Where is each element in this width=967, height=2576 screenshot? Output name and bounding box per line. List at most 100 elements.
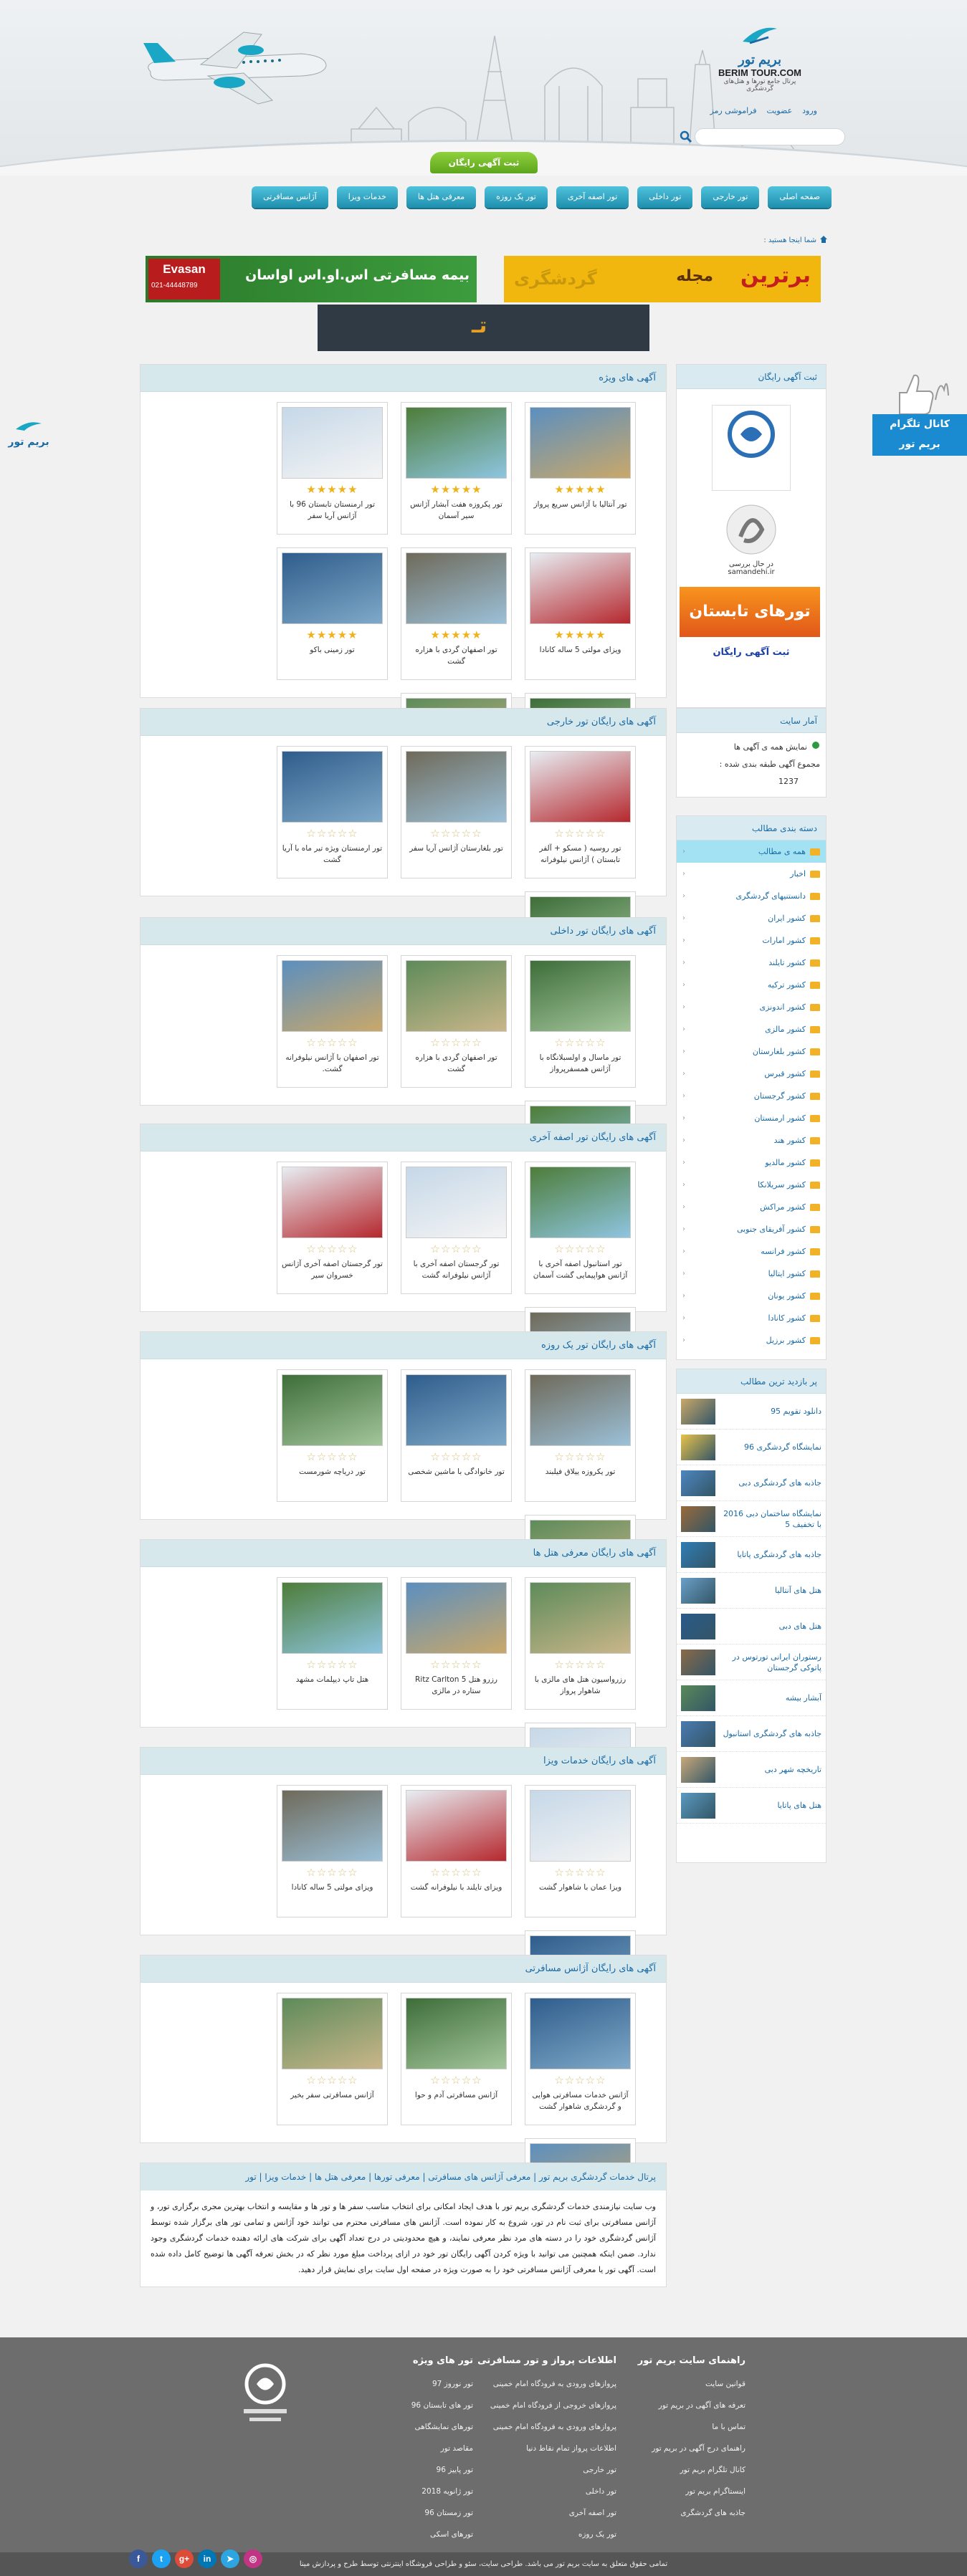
google-plus-icon[interactable]: g+ [175, 2549, 194, 2568]
popular-item[interactable]: هتل های دبی [677, 1609, 826, 1644]
ad-card[interactable]: ☆☆☆☆☆ تور ارمنستان ویژه تیر ماه با آریا گ… [277, 746, 388, 878]
popular-item[interactable]: آبشار بیشه [677, 1680, 826, 1716]
ad-card-image[interactable] [282, 407, 383, 479]
ad-card[interactable]: ★★★★★ تور پکروزه هفت آبشار آژانس سیر آسما… [401, 402, 512, 535]
ad-card[interactable]: ☆☆☆☆☆ آژانس مسافرتی آدم و حوا [401, 1993, 512, 2125]
footer-guide-link[interactable]: جاذبه های گردشگری [631, 2502, 746, 2524]
ad-card-image[interactable] [406, 751, 507, 823]
footer-flight-link[interactable]: تور اصفه آخری [473, 2502, 616, 2524]
ad-card-image[interactable] [282, 960, 383, 1032]
rating-stars-icon[interactable]: ★★★★★ [406, 628, 507, 641]
footer-flight-link[interactable]: پروازهای ورودی به فرودگاه امام خمینی [473, 2416, 616, 2438]
category-item[interactable]: اخبار ‹ [677, 863, 826, 885]
ad-card[interactable]: ☆☆☆☆☆ رزرو هتل 5 Ritz Carlton ستاره در ما… [401, 1577, 512, 1710]
nav-foreign-tour[interactable]: تور خارجی [701, 186, 760, 208]
ad-card[interactable]: ☆☆☆☆☆ آژانس مسافرتی سفر بخیر [277, 1993, 388, 2125]
ad-card-image[interactable] [406, 1998, 507, 2069]
search-input[interactable] [695, 128, 845, 145]
twitter-icon[interactable]: t [152, 2549, 171, 2568]
ad-card-image[interactable] [282, 1790, 383, 1862]
category-item[interactable]: کشور قبرس ‹ [677, 1063, 826, 1085]
ad-card[interactable]: ☆☆☆☆☆ تور روسیه ( مسکو + آلفر تابستان ) آ… [525, 746, 636, 878]
ad-card[interactable]: ☆☆☆☆☆ ویزای تایلند با نیلوفرانه گشت [401, 1785, 512, 1917]
category-item[interactable]: کشور برزیل ‹ [677, 1329, 826, 1351]
footer-flight-link[interactable]: اطلاعات پرواز تمام نقاط دنیا [473, 2438, 616, 2459]
category-item[interactable]: کشور سریلانکا ‹ [677, 1174, 826, 1196]
category-item[interactable]: کشور هند ‹ [677, 1129, 826, 1151]
footer-special-link[interactable]: تور های تابستان 96 [358, 2395, 473, 2416]
category-item[interactable]: کشور کانادا ‹ [677, 1307, 826, 1329]
ad-card[interactable]: ☆☆☆☆☆ ویزای مولتی 5 ساله کانادا [277, 1785, 388, 1917]
footer-flight-link[interactable]: تور داخلی [473, 2481, 616, 2502]
ad-card-image[interactable] [406, 1167, 507, 1238]
footer-guide-link[interactable]: قوانین سایت [631, 2373, 746, 2395]
ad-card-image[interactable] [530, 1790, 631, 1862]
footer-guide-link[interactable]: تعرفه های آگهی در بریم تور [631, 2395, 746, 2416]
footer-special-link[interactable]: تورهای اسکی [358, 2524, 473, 2545]
show-all-ads-link[interactable]: نمایش همه ی آگهی ها [734, 739, 807, 756]
footer-enamad-badge[interactable] [233, 2359, 297, 2438]
ad-card[interactable]: ☆☆☆☆☆ هتل تاپ دیپلمات مشهد [277, 1577, 388, 1710]
ad-card-image[interactable] [530, 1582, 631, 1654]
nav-home[interactable]: صفحه اصلی [768, 186, 832, 208]
ad-card-image[interactable] [530, 407, 631, 479]
ad-card-title[interactable]: تور آنتالیا با آژانس سریع پرواز [530, 499, 631, 510]
footer-special-link[interactable]: تور ژانویه 2018 [358, 2481, 473, 2502]
category-item[interactable]: کشور ایران ‹ [677, 907, 826, 929]
popular-item[interactable]: هتل های پاتایا [677, 1788, 826, 1824]
popular-item[interactable]: جاذبه های گردشگری دبی [677, 1465, 826, 1501]
ad-card-image[interactable] [406, 552, 507, 624]
footer-special-link[interactable]: تور زمستان 96 [358, 2502, 473, 2524]
linkedin-icon[interactable]: in [198, 2549, 216, 2568]
ad-card-title[interactable]: ویزای مولتی 5 ساله کانادا [282, 1882, 383, 1893]
ad-card-image[interactable] [530, 552, 631, 624]
ad-card-image[interactable] [530, 1998, 631, 2069]
ad-card[interactable]: ★★★★★ تور آنتالیا با آژانس سریع پرواز [525, 402, 636, 535]
rating-stars-icon[interactable]: ★★★★★ [282, 628, 383, 641]
ad-card-image[interactable] [406, 1790, 507, 1862]
ad-card-title[interactable]: آژانس مسافرتی آدم و حوا [406, 2089, 507, 2101]
ad-card[interactable]: ☆☆☆☆☆ تور استانبول اصفه آخری با آژانس هوا… [525, 1162, 636, 1294]
rating-stars-icon[interactable]: ☆☆☆☆☆ [406, 1036, 507, 1049]
popular-item[interactable]: دانلود تقویم 95 [677, 1394, 826, 1430]
category-item[interactable]: کشور مراکش ‹ [677, 1196, 826, 1218]
ad-card-title[interactable]: تور اصفهان گردی با هزاره گشت [406, 1052, 507, 1075]
rating-stars-icon[interactable]: ☆☆☆☆☆ [282, 2074, 383, 2087]
category-item[interactable]: کشور مالزی ‹ [677, 1018, 826, 1040]
category-item[interactable]: کشور آفریقای جنوبی ‹ [677, 1218, 826, 1240]
ad-card-title[interactable]: تور یکروزه ییلاق فیلبند [530, 1466, 631, 1478]
rating-stars-icon[interactable]: ☆☆☆☆☆ [530, 827, 631, 840]
facebook-icon[interactable]: f [129, 2549, 148, 2568]
ad-card-image[interactable] [530, 1374, 631, 1446]
post-free-ad-button[interactable]: ثبت آگهی رایگان [430, 152, 538, 173]
nav-domestic-tour[interactable]: تور داخلی [637, 186, 693, 208]
ad-card-image[interactable] [406, 960, 507, 1032]
nav-one-day-tour[interactable]: تور یک روزه [485, 186, 548, 208]
ad-card-image[interactable] [406, 407, 507, 479]
ad-card-image[interactable] [530, 960, 631, 1032]
ad-card-title[interactable]: تور ارمنستان تابستان 96 با آژانس آریا سف… [282, 499, 383, 522]
category-item[interactable]: همه ی مطالب ‹ [677, 841, 826, 863]
ad-card[interactable]: ☆☆☆☆☆ تور اصفهان با آژانس نیلوفرانه گشت. [277, 955, 388, 1088]
ad-card-title[interactable]: تور استانبول اصفه آخری با آژانس هواپیمای… [530, 1258, 631, 1281]
ad-card[interactable]: ★★★★★ تور زمینی باکو [277, 547, 388, 680]
forgot-password-link[interactable]: فراموشی رمز [710, 106, 756, 115]
ad-card[interactable]: ☆☆☆☆☆ تور دریاچه شورمست [277, 1369, 388, 1502]
enamad-badge[interactable] [712, 405, 791, 491]
category-item[interactable]: کشور اندونزی ‹ [677, 996, 826, 1018]
category-item[interactable]: کشور فرانسه ‹ [677, 1240, 826, 1263]
rating-stars-icon[interactable]: ☆☆☆☆☆ [282, 1658, 383, 1671]
rating-stars-icon[interactable]: ☆☆☆☆☆ [530, 1658, 631, 1671]
popular-item[interactable]: تاریخچه شهر دبی [677, 1752, 826, 1788]
rating-stars-icon[interactable]: ☆☆☆☆☆ [530, 1450, 631, 1463]
login-link[interactable]: ورود [802, 106, 817, 115]
footer-flight-link[interactable]: پروازهای خروجی از فرودگاه امام خمینی [473, 2395, 616, 2416]
ad-card[interactable]: ★★★★★ تور ارمنستان تابستان 96 با آژانس آر… [277, 402, 388, 535]
ad-card[interactable]: ☆☆☆☆☆ تور گرجستان اصفه آخری با آژانس نیلو… [401, 1162, 512, 1294]
ad-card-title[interactable]: تور ماسال و اولسبلانگاه با آژانس همسفرپر… [530, 1052, 631, 1075]
ad-card-title[interactable]: تور اصفهان گردی با هزاره گشت [406, 644, 507, 667]
ad-card-image[interactable] [282, 1998, 383, 2069]
ad-card[interactable]: ★★★★★ تور اصفهان گردی با هزاره گشت [401, 547, 512, 680]
popular-item[interactable]: هتل های آنتالیا [677, 1573, 826, 1609]
footer-flight-link[interactable]: پروازهای ورودی به فرودگاه امام خمینی [473, 2373, 616, 2395]
